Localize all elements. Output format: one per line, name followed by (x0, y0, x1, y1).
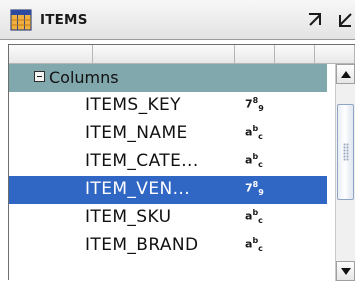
list-item-selected[interactable]: ITEM_VEN... 789 (9, 176, 327, 204)
column-header-cell[interactable] (93, 45, 235, 63)
list-item[interactable]: ITEM_SKU abc (9, 204, 327, 232)
numeric-type-icon: 789 (245, 96, 264, 113)
column-header-cell[interactable] (315, 45, 355, 63)
minimize-arrow-icon[interactable] (336, 11, 354, 29)
column-name: ITEM_BRAND (85, 235, 199, 255)
window-title: ITEMS (40, 12, 88, 28)
grip-icon (343, 143, 349, 161)
items-table-window: ITEMS Columns ITEMS_KEY 789 ITEM_NAME ab… (0, 0, 355, 281)
scroll-up-arrow-icon[interactable] (336, 64, 355, 84)
string-type-icon: abc (245, 124, 263, 141)
list-item[interactable]: ITEMS_KEY 789 (9, 92, 327, 120)
column-header-strip (9, 45, 355, 64)
maximize-arrow-icon[interactable] (307, 11, 325, 29)
scroll-down-arrow-icon[interactable] (336, 261, 355, 281)
columns-panel: Columns ITEMS_KEY 789 ITEM_NAME abc ITEM… (8, 44, 355, 281)
table-icon (10, 9, 32, 31)
column-header-cell[interactable] (235, 45, 275, 63)
column-name: ITEM_CATE... (85, 151, 199, 171)
vertical-scrollbar[interactable] (335, 64, 355, 281)
string-type-icon: abc (245, 236, 263, 253)
columns-group-row[interactable]: Columns (9, 64, 327, 92)
column-name: ITEM_VEN... (85, 179, 191, 199)
column-name: ITEM_NAME (85, 123, 188, 143)
string-type-icon: abc (245, 152, 263, 169)
group-label: Columns (49, 68, 119, 87)
title-bar[interactable]: ITEMS (0, 0, 355, 40)
scroll-thumb[interactable] (337, 104, 354, 200)
column-name: ITEM_SKU (85, 207, 172, 227)
list-item[interactable]: ITEM_BRAND abc (9, 232, 327, 260)
string-type-icon: abc (245, 208, 263, 225)
list-item[interactable]: ITEM_CATE... abc (9, 148, 327, 176)
list-item[interactable]: ITEM_NAME abc (9, 120, 327, 148)
column-header-cell[interactable] (275, 45, 315, 63)
numeric-type-icon: 789 (245, 180, 264, 197)
column-header-cell[interactable] (9, 45, 93, 63)
column-name: ITEMS_KEY (85, 95, 181, 115)
collapse-minus-icon[interactable] (34, 71, 45, 82)
